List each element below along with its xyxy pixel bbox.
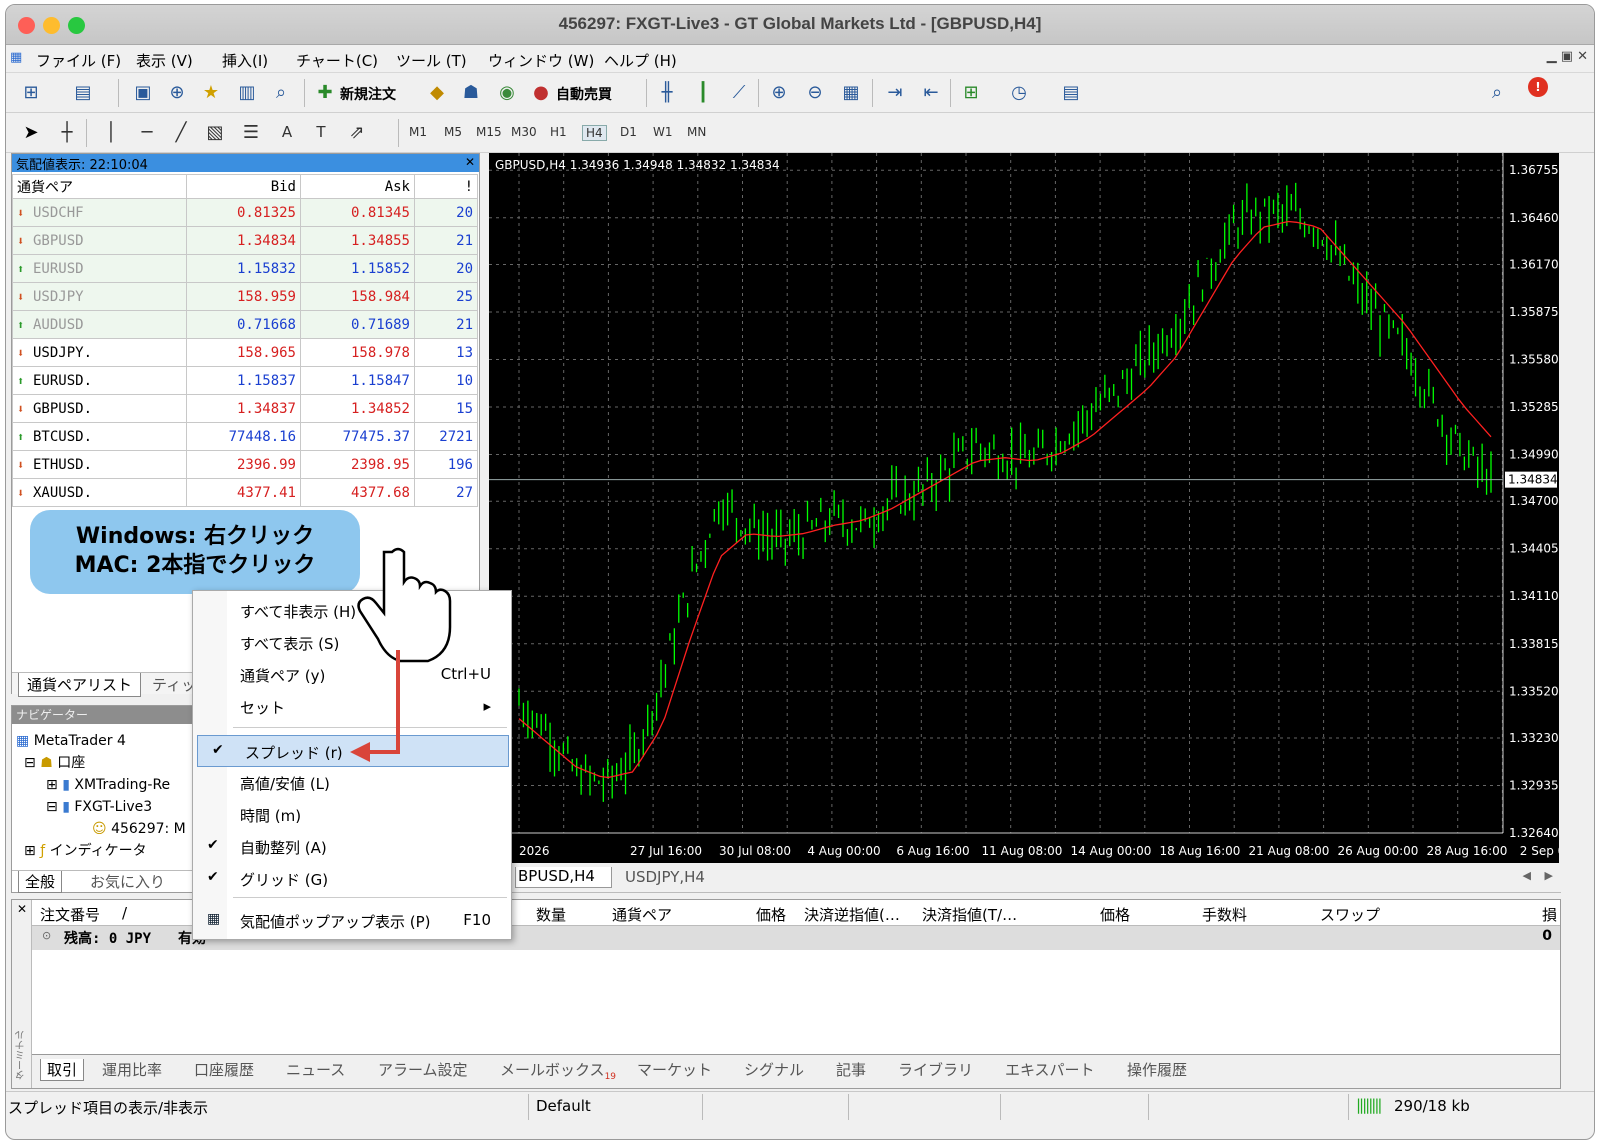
hand-cursor-icon [357,547,452,663]
overlay-annotations [350,547,452,762]
red-guide-arrow [350,650,400,762]
